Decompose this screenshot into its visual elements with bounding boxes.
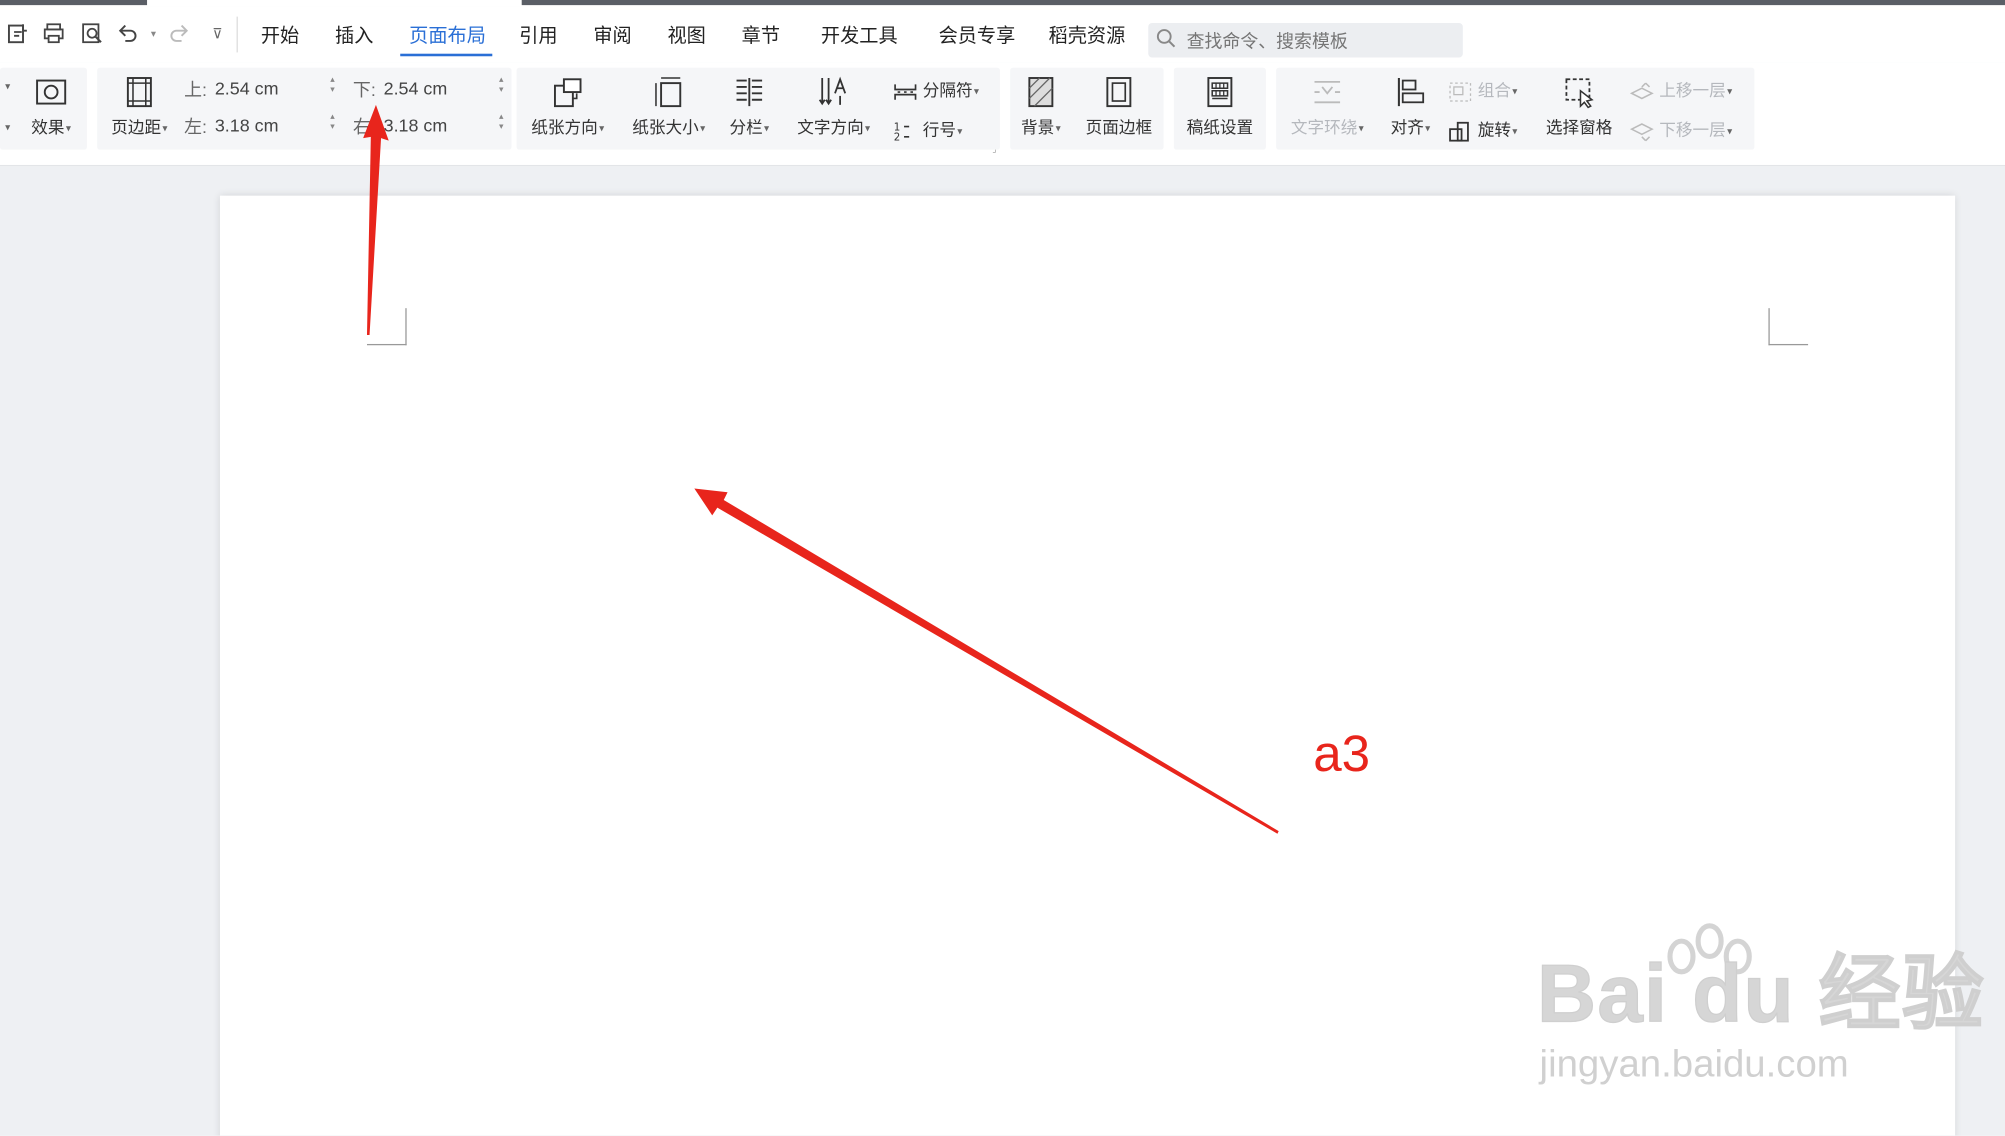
arrow-to-margin-field [363,104,389,336]
arrow-to-page [694,488,1279,834]
annotation-arrows [363,104,1279,834]
app-window: ▾ ⊽ 开始 插入 页面布局 引用 审阅 视图 章节 开发工具 会员专享 稻壳资… [0,0,2005,1136]
